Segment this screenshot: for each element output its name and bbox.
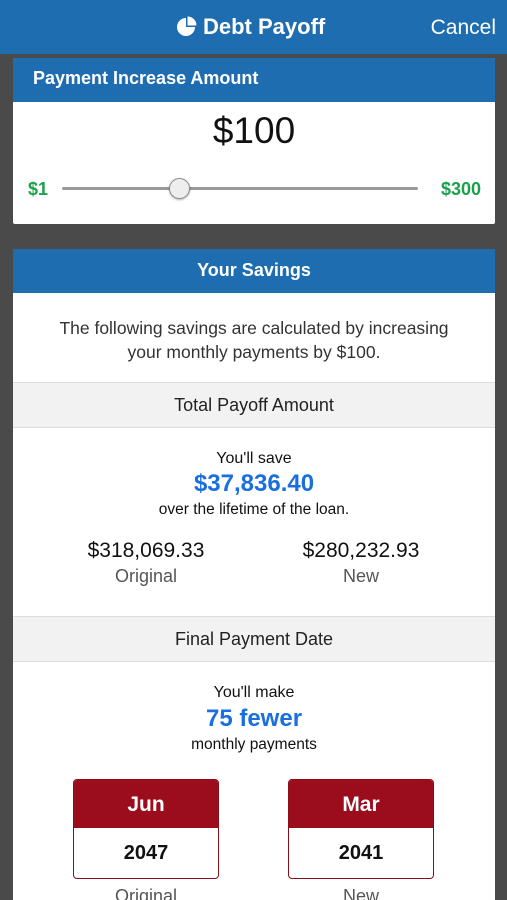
original-total-label: Original (114, 566, 178, 586)
savings-intro-text: The following savings are calculated by … (59, 318, 449, 362)
original-year: 2047 (123, 842, 169, 864)
fewer-payments-amount: 75 fewer (205, 705, 303, 732)
final-payment-section-header: Final Payment Date (13, 616, 495, 662)
save-lead-text: You'll save (216, 450, 292, 467)
new-date-label: New (342, 886, 379, 900)
fewer-lead-text: You'll make (213, 684, 295, 701)
nav-bar: Debt Payoff Cancel (0, 0, 507, 54)
pie-chart-icon (175, 16, 197, 38)
new-total-label: New (342, 566, 379, 586)
savings-amount: $37,836.40 (193, 470, 315, 497)
new-total-group: $280,232.93 New (261, 539, 461, 587)
slider-max-label: $300 (440, 179, 481, 199)
nav-title-group: Debt Payoff (175, 14, 325, 40)
new-date-calendar: Mar 2041 (288, 779, 434, 879)
savings-card: Your Savings The following savings are c… (13, 249, 495, 900)
new-year: 2041 (338, 842, 384, 864)
fewer-trail-text: monthly payments (191, 736, 317, 753)
slider-min-label: $1 (28, 179, 49, 199)
payment-increase-card: Payment Increase Amount $100 $1 $300 (13, 58, 495, 224)
slider-track[interactable] (62, 187, 418, 190)
new-month: Mar (289, 780, 433, 828)
original-total-value: $318,069.33 (87, 539, 205, 562)
savings-header: Your Savings (13, 249, 495, 293)
page-title: Debt Payoff (203, 14, 326, 39)
increase-amount-value: $100 (212, 110, 296, 151)
total-payoff-section-header: Total Payoff Amount (13, 382, 495, 428)
original-date-calendar: Jun 2047 (73, 779, 219, 879)
original-total-group: $318,069.33 Original (46, 539, 246, 587)
new-total-value: $280,232.93 (302, 539, 420, 562)
payment-increase-header: Payment Increase Amount (13, 58, 495, 102)
original-month: Jun (74, 780, 218, 828)
save-trail-text: over the lifetime of the loan. (158, 501, 350, 518)
original-date-label: Original (114, 886, 178, 900)
cancel-button[interactable]: Cancel (431, 16, 496, 40)
slider-thumb[interactable] (168, 178, 190, 199)
